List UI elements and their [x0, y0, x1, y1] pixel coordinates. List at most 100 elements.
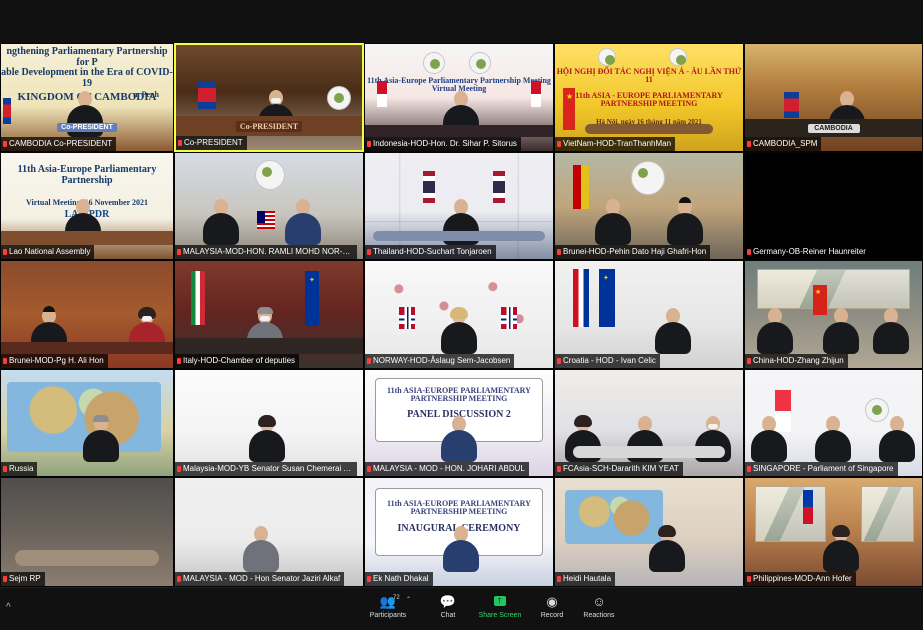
asep-logo-icon — [669, 48, 687, 66]
vietnam-flag — [563, 88, 575, 130]
mic-muted-icon — [557, 141, 561, 147]
cambodia-flag — [3, 98, 11, 124]
video-tile[interactable]: SINGAPORE - Parliament of Singapore — [744, 369, 923, 477]
chat-button[interactable]: 💬 Chat — [419, 594, 477, 624]
video-tile[interactable]: Russia — [0, 369, 174, 477]
speaker-avatar — [655, 308, 691, 354]
participant-label: Philippines-MOD-Ann Hofer — [745, 572, 856, 586]
indonesia-flag — [377, 81, 387, 107]
video-conference-window: ngthening Parliamentary Partnership for … — [0, 0, 923, 630]
participants-button[interactable]: 👥 72 ⌃ Participants — [359, 594, 417, 624]
reactions-icon: ☺ — [592, 594, 606, 609]
video-tile-active-speaker[interactable]: Co-PRESIDENT Co-PRESIDENT — [174, 43, 364, 152]
participant-name: Indonesia-HOD-Hon. Dr. Sihar P. Sitorus — [373, 139, 517, 148]
croatia-flag — [573, 269, 589, 327]
mic-muted-icon — [557, 358, 561, 364]
video-tile[interactable]: Germany-OB-Reiner Haunreiter — [744, 152, 923, 260]
video-tile[interactable]: HỘI NGHỊ ĐỐI TÁC NGHỊ VIỆN Á - ÂU LẦN TH… — [554, 43, 744, 152]
delegate-avatar — [815, 416, 851, 462]
delegate-avatar — [873, 308, 909, 354]
chat-icon: 💬 — [439, 594, 457, 609]
video-tile[interactable]: ngthening Parliamentary Partnership for … — [0, 43, 174, 152]
speaker-avatar — [443, 526, 479, 572]
participant-name: Philippines-MOD-Ann Hofer — [753, 574, 852, 583]
mic-muted-icon — [557, 249, 561, 255]
philippines-flag — [803, 490, 813, 524]
video-tile[interactable]: Malaysia-MOD-YB Senator Susan Chemerai A… — [174, 369, 364, 477]
share-screen-button[interactable]: Share Screen — [471, 593, 529, 624]
delegate-avatar — [203, 199, 239, 245]
toolbar-chevron-up-icon[interactable]: ^ — [6, 602, 11, 613]
video-tile[interactable]: Heidi Hautala — [554, 477, 744, 587]
video-tile[interactable]: Italy-HOD-Chamber of deputies — [174, 260, 364, 369]
reactions-button[interactable]: ☺ Reactions — [570, 594, 628, 624]
meeting-toolbar: ^ 👥 72 ⌃ Participants 💬 Chat Share Scree… — [0, 587, 923, 630]
parliament-logo-icon — [423, 52, 445, 74]
participant-label: China-HOD-Zhang Zhijun — [745, 354, 848, 368]
cambodia-flag — [198, 81, 216, 109]
video-tile[interactable]: 11th Asia-Europe Parliamentary Partnersh… — [364, 43, 554, 152]
delegate-avatar — [757, 308, 793, 354]
mic-muted-icon — [3, 466, 7, 472]
portrait-frame — [755, 486, 826, 542]
eu-flag — [599, 269, 615, 327]
delegate-avatar — [667, 197, 703, 245]
participant-name: NORWAY-HOD-Åslaug Sem-Jacobsen — [373, 356, 511, 365]
video-tile[interactable]: Thailand-HOD-Suchart Tonjaroen — [364, 152, 554, 260]
mic-muted-icon — [178, 140, 182, 146]
video-tile[interactable]: Sejm RP — [0, 477, 174, 587]
malaysia-flag — [257, 211, 275, 229]
video-tile[interactable]: 11th ASIA-EUROPE PARLIAMENTARY PARTNERSH… — [364, 369, 554, 477]
video-tile[interactable]: NORWAY-HOD-Åslaug Sem-Jacobsen — [364, 260, 554, 369]
video-tile[interactable]: Brunei-MOD-Pg H. Ali Hon — [0, 260, 174, 369]
participant-label: CAMBODIA_SPM — [745, 137, 822, 151]
chat-label: Chat — [440, 612, 456, 619]
participant-name: Germany-OB-Reiner Haunreiter — [753, 247, 866, 256]
participant-label: Indonesia-HOD-Hon. Dr. Sihar P. Sitorus — [365, 137, 521, 151]
mic-muted-icon — [177, 576, 181, 582]
mic-muted-icon — [177, 249, 181, 255]
participant-name: FCAsia-SCH-Dararith KIM YEAT — [563, 464, 679, 473]
banner-line-1: 11th ASIA-EUROPE PARLIAMENTARY PARTNERSH… — [387, 499, 531, 517]
participant-name: Brunei-HOD-Pehin Dato Haji Ghafri-Hon — [563, 247, 707, 256]
mic-muted-icon — [3, 249, 7, 255]
top-strip — [0, 0, 923, 43]
mic-muted-icon — [367, 141, 371, 147]
mic-muted-icon — [747, 576, 751, 582]
video-tile[interactable]: 11th ASIA-EUROPE PARLIAMENTARY PARTNERSH… — [364, 477, 554, 587]
mic-muted-icon — [557, 576, 561, 582]
video-grid: ngthening Parliamentary Partnership for … — [0, 43, 923, 587]
video-tile[interactable]: Brunei-HOD-Pehin Dato Haji Ghafri-Hon — [554, 152, 744, 260]
delegate-avatar — [285, 199, 321, 245]
delegate-avatar — [751, 416, 787, 462]
participant-label: Brunei-HOD-Pehin Dato Haji Ghafri-Hon — [555, 245, 711, 259]
chevron-up-icon: ⌃ — [406, 597, 412, 603]
participant-label: FCAsia-SCH-Dararith KIM YEAT — [555, 462, 683, 476]
desk — [1, 342, 173, 354]
video-tile[interactable]: 11th Asia-Europe Parliamentary Partnersh… — [0, 152, 174, 260]
mic-muted-icon — [747, 249, 751, 255]
tile-nameplate: CAMBODIA — [807, 124, 860, 133]
desk — [1, 231, 173, 245]
participant-label: Ek Nath Dhakal — [365, 572, 433, 586]
video-tile[interactable]: MALAYSIA-MOD-HON. RAMLI MOHD NOR-HON... — [174, 152, 364, 260]
participant-label: Croatia - HOD - Ivan Celic — [555, 354, 660, 368]
mic-muted-icon — [3, 576, 7, 582]
participant-label: Co-PRESIDENT — [176, 136, 247, 150]
video-tile[interactable]: Philippines-MOD-Ann Hofer — [744, 477, 923, 587]
italy-flag — [191, 271, 205, 325]
participant-name: MALAYSIA - MOD - Hon Senator Jaziri Alka… — [183, 574, 341, 583]
video-tile[interactable]: Croatia - HOD - Ivan Celic — [554, 260, 744, 369]
video-tile[interactable]: MALAYSIA - MOD - Hon Senator Jaziri Alka… — [174, 477, 364, 587]
mic-muted-icon — [367, 466, 371, 472]
mic-muted-icon — [177, 358, 181, 364]
video-tile[interactable]: CAMBODIA CAMBODIA_SPM — [744, 43, 923, 152]
delegate-avatar — [879, 416, 915, 462]
speaker-avatar — [649, 525, 685, 572]
mic-muted-icon — [747, 358, 751, 364]
mic-muted-icon — [367, 576, 371, 582]
participants-count: 72 — [393, 595, 400, 601]
participant-label: Russia — [1, 462, 38, 476]
video-tile[interactable]: FCAsia-SCH-Dararith KIM YEAT — [554, 369, 744, 477]
video-tile[interactable]: China-HOD-Zhang Zhijun — [744, 260, 923, 369]
